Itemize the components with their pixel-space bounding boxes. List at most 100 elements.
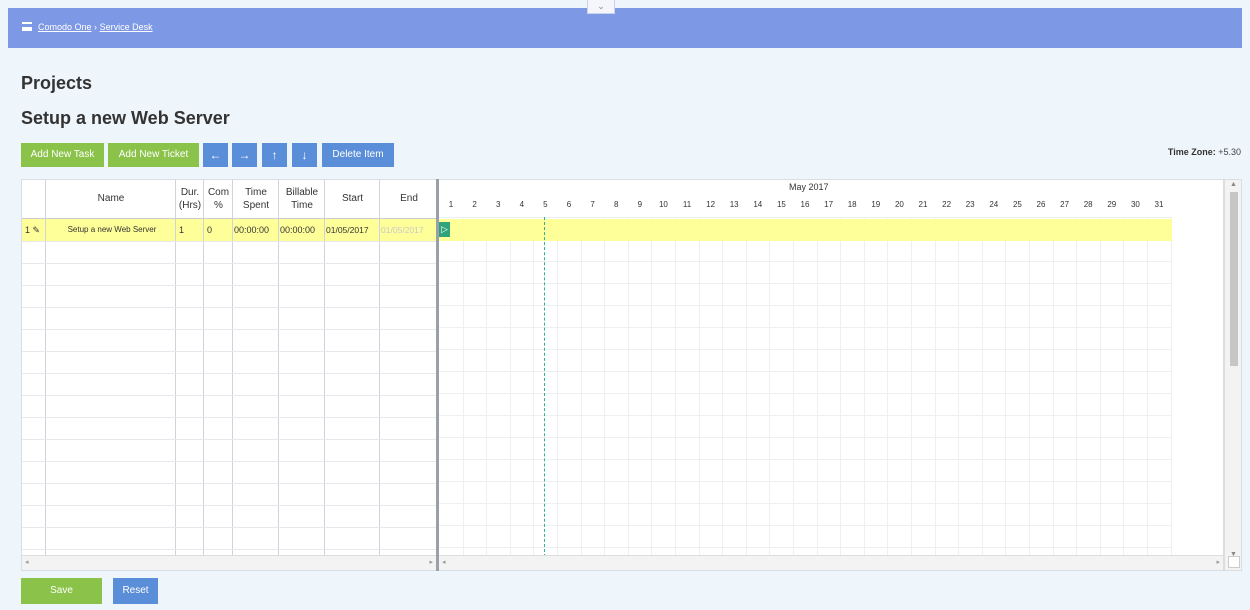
gantt-row-line bbox=[439, 327, 1172, 328]
gantt-day-line bbox=[1147, 217, 1148, 557]
grid-row-line bbox=[22, 505, 436, 506]
gantt-day-label: 8 bbox=[613, 200, 619, 209]
gantt-day-line bbox=[1005, 217, 1007, 557]
gantt-day-line bbox=[745, 217, 747, 557]
grid-row-line bbox=[22, 351, 436, 352]
arrow-down-icon[interactable]: ↓ bbox=[292, 143, 317, 167]
gantt-day-label: 19 bbox=[871, 200, 881, 209]
gantt-day-line bbox=[1170, 217, 1172, 557]
gantt-row-line bbox=[439, 349, 1172, 350]
gantt-row-line bbox=[439, 217, 1172, 218]
gantt-day-line bbox=[1029, 217, 1030, 557]
gantt-day-label: 28 bbox=[1083, 200, 1093, 209]
gantt-day-label: 23 bbox=[965, 200, 975, 209]
header-time-spent[interactable]: Time Spent bbox=[233, 180, 279, 217]
scroll-corner bbox=[1228, 556, 1240, 568]
header-dur[interactable]: Dur. (Hrs) bbox=[176, 180, 204, 217]
gantt-day-label: 13 bbox=[729, 200, 739, 209]
time-zone-value: +5.30 bbox=[1218, 147, 1241, 157]
delete-item-button[interactable]: Delete Item bbox=[322, 143, 394, 167]
vertical-scrollbar[interactable]: ▲ ▼ bbox=[1224, 179, 1242, 571]
save-button[interactable]: Save bbox=[21, 578, 102, 604]
gantt-row-line bbox=[439, 371, 1172, 372]
gantt-day-label: 31 bbox=[1154, 200, 1164, 209]
gantt-row-line bbox=[439, 503, 1172, 504]
scroll-thumb[interactable] bbox=[1230, 192, 1238, 366]
menu-icon[interactable] bbox=[22, 22, 32, 31]
breadcrumb: Comodo One › Service Desk bbox=[38, 22, 153, 32]
task-bar-handle[interactable]: ▷ bbox=[439, 222, 450, 237]
gantt-day-line bbox=[557, 217, 558, 557]
gantt-task-row[interactable] bbox=[439, 219, 1172, 241]
gantt-day-label: 27 bbox=[1060, 200, 1070, 209]
today-marker bbox=[544, 217, 545, 557]
gantt-day-label: 9 bbox=[637, 200, 643, 209]
gantt-day-label: 14 bbox=[753, 200, 763, 209]
task-name[interactable]: Setup a new Web Server bbox=[50, 219, 174, 241]
gantt-day-label: 29 bbox=[1107, 200, 1117, 209]
scroll-up-icon[interactable]: ▲ bbox=[1230, 181, 1237, 188]
page-title: Projects bbox=[21, 73, 93, 93]
gantt-day-line bbox=[958, 217, 960, 557]
gantt-day-label: 16 bbox=[800, 200, 810, 209]
grid-row-line bbox=[22, 439, 436, 440]
task-end[interactable]: 01/05/2017 bbox=[381, 219, 436, 241]
gantt-row-line bbox=[439, 547, 1172, 548]
grid-row-line bbox=[22, 329, 436, 330]
grid-row-line bbox=[22, 307, 436, 308]
gantt-day-label: 2 bbox=[472, 200, 477, 209]
breadcrumb-root[interactable]: Comodo One bbox=[38, 22, 92, 32]
header-start[interactable]: Start bbox=[325, 180, 380, 217]
gantt-row-line bbox=[439, 525, 1172, 526]
gantt-day-line bbox=[1052, 217, 1054, 557]
gantt-day-label: 1 bbox=[448, 200, 454, 209]
gantt-day-line bbox=[769, 217, 771, 557]
task-billable-time[interactable]: 00:00:00 bbox=[280, 219, 325, 241]
gantt-day-line bbox=[934, 217, 936, 557]
task-time-spent[interactable]: 00:00:00 bbox=[234, 219, 279, 241]
grid-row-line bbox=[22, 373, 436, 374]
header-billable-time[interactable]: Billable Time bbox=[279, 180, 325, 217]
arrow-up-icon[interactable]: ↑ bbox=[262, 143, 287, 167]
header-com[interactable]: Com % bbox=[204, 180, 233, 217]
gantt-day-line bbox=[981, 217, 983, 557]
arrow-right-icon[interactable]: → bbox=[232, 143, 257, 167]
collapse-toggle[interactable]: ⌄ bbox=[587, 0, 615, 14]
grid-row-line bbox=[22, 263, 436, 264]
breadcrumb-separator: › bbox=[94, 22, 98, 32]
add-new-ticket-button[interactable]: Add New Ticket bbox=[108, 143, 199, 167]
gantt-day-label: 6 bbox=[566, 200, 572, 209]
gantt-day-label: 22 bbox=[942, 200, 952, 209]
gantt-day-line bbox=[651, 217, 653, 557]
edit-icon[interactable]: ✎ bbox=[33, 225, 41, 235]
gantt-day-line bbox=[509, 217, 511, 557]
gantt-day-line bbox=[840, 217, 842, 557]
gantt-day-line bbox=[533, 217, 535, 557]
gantt-row-line bbox=[439, 305, 1172, 306]
gantt-horizontal-scrollbar[interactable]: ◂ ▸ bbox=[439, 555, 1223, 570]
gantt-day-line bbox=[793, 217, 794, 557]
gantt-day-line bbox=[1123, 217, 1125, 557]
grid-horizontal-scrollbar[interactable]: ◂ ▸ bbox=[22, 555, 436, 570]
arrow-left-icon[interactable]: ← bbox=[203, 143, 228, 167]
gantt-day-line bbox=[486, 217, 488, 557]
reset-button[interactable]: Reset bbox=[113, 578, 158, 604]
task-start[interactable]: 01/05/2017 bbox=[326, 219, 380, 241]
gantt-day-label: 18 bbox=[847, 200, 857, 209]
gantt-day-label: 10 bbox=[658, 200, 668, 209]
gantt-day-label: 24 bbox=[989, 200, 999, 209]
task-duration[interactable]: 1 bbox=[179, 219, 203, 241]
task-complete[interactable]: 0 bbox=[207, 219, 231, 241]
breadcrumb-current[interactable]: Service Desk bbox=[100, 22, 153, 32]
gantt-row-line bbox=[439, 459, 1172, 460]
project-title: Setup a new Web Server bbox=[21, 108, 230, 128]
task-grid: Name Dur. (Hrs) Com % Time Spent Billabl… bbox=[21, 179, 437, 571]
gantt-month: May 2017 bbox=[789, 182, 829, 192]
add-new-task-button[interactable]: Add New Task bbox=[21, 143, 104, 167]
header-end[interactable]: End bbox=[380, 180, 436, 217]
header-name[interactable]: Name bbox=[46, 180, 176, 217]
gantt-day-line bbox=[1076, 217, 1078, 557]
gantt-day-line bbox=[675, 217, 676, 557]
gantt-day-line bbox=[627, 217, 629, 557]
gantt-day-line bbox=[722, 217, 724, 557]
